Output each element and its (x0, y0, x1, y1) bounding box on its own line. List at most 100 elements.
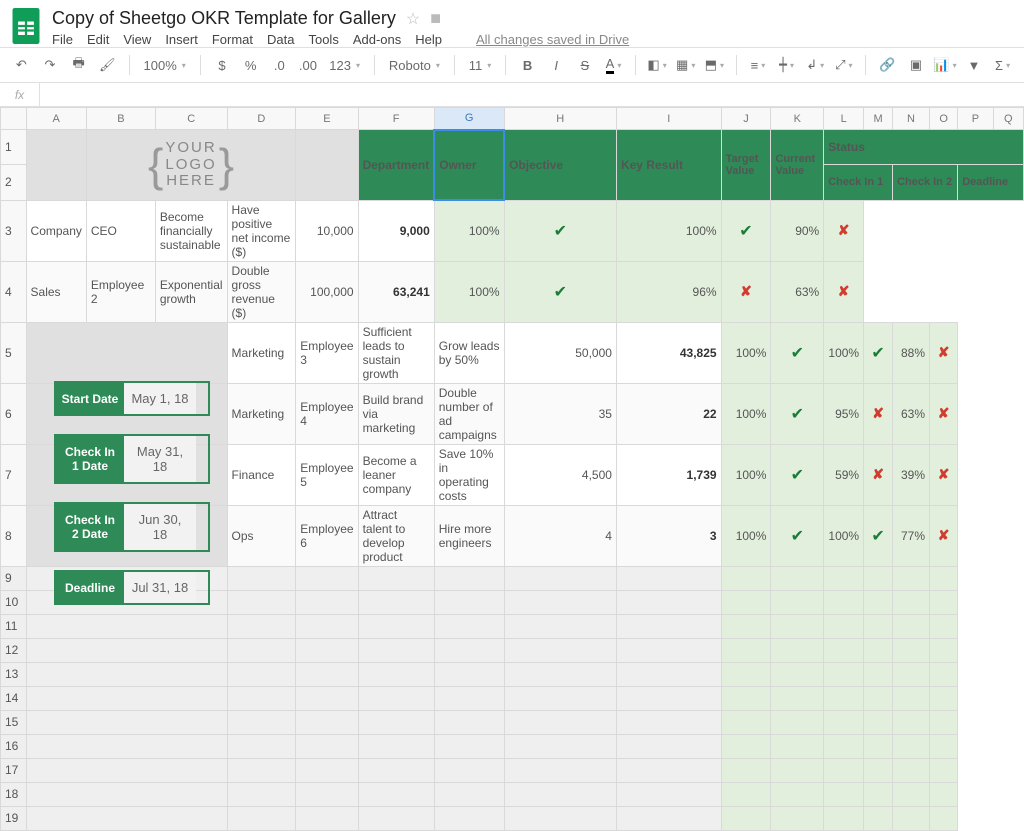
table-row[interactable]: 16 (1, 734, 1024, 758)
zoom-select[interactable]: 100% (140, 58, 190, 73)
row-header[interactable]: 9 (1, 566, 27, 590)
italic-icon[interactable]: I (545, 53, 568, 77)
cell-c1-status[interactable]: ✔ (771, 322, 824, 383)
col-B[interactable]: B (86, 108, 155, 130)
cell-objective[interactable]: Exponential growth (155, 261, 227, 322)
bold-icon[interactable]: B (516, 53, 539, 77)
col-Q[interactable]: Q (993, 108, 1024, 130)
cell-c2-status[interactable]: ✘ (721, 261, 771, 322)
formula-input[interactable] (40, 83, 1024, 106)
cell-c2-pct[interactable]: 100% (824, 322, 864, 383)
cell-c2-status[interactable]: ✔ (721, 200, 771, 261)
halign-icon[interactable]: ≡ (747, 53, 770, 77)
col-M[interactable]: M (864, 108, 893, 130)
rotate-icon[interactable]: ⤢ (833, 53, 856, 77)
paint-format-icon[interactable]: 🖌 (96, 53, 119, 77)
row-header[interactable]: 11 (1, 614, 27, 638)
table-row[interactable]: 12 (1, 638, 1024, 662)
save-status[interactable]: All changes saved in Drive (476, 32, 629, 47)
cell-c2-pct[interactable]: 59% (824, 444, 864, 505)
column-headers[interactable]: A B C D E F G H I J K L M N O P Q (1, 108, 1024, 130)
cell-c1-pct[interactable]: 100% (721, 505, 771, 566)
table-row[interactable]: 4SalesEmployee 2Exponential growthDouble… (1, 261, 1024, 322)
cell-c1-pct[interactable]: 100% (721, 322, 771, 383)
cell-dl-status[interactable]: ✘ (824, 261, 864, 322)
date-value[interactable]: Jul 31, 18 (124, 572, 196, 603)
cell-owner[interactable]: Employee 3 (296, 322, 358, 383)
row-header[interactable]: 19 (1, 806, 27, 830)
row-header[interactable]: 6 (1, 383, 27, 444)
menu-insert[interactable]: Insert (165, 32, 198, 47)
cell-c1-pct[interactable]: 100% (434, 261, 504, 322)
cell-current[interactable]: 43,825 (616, 322, 721, 383)
menu-tools[interactable]: Tools (308, 32, 338, 47)
col-C[interactable]: C (155, 108, 227, 130)
strikethrough-icon[interactable]: S (574, 53, 597, 77)
cell-dl-pct[interactable]: 88% (893, 322, 930, 383)
row-header[interactable]: 18 (1, 782, 27, 806)
cell-owner[interactable]: Employee 5 (296, 444, 358, 505)
col-J[interactable]: J (721, 108, 771, 130)
table-row[interactable]: 13 (1, 662, 1024, 686)
cell-c1-status[interactable]: ✔ (504, 200, 616, 261)
col-E[interactable]: E (296, 108, 358, 130)
decrease-decimal-icon[interactable]: .0 (268, 53, 291, 77)
cell-objective[interactable]: Attract talent to develop product (358, 505, 434, 566)
row-header[interactable]: 16 (1, 734, 27, 758)
cell-objective[interactable]: Become financially sustainable (155, 200, 227, 261)
col-H[interactable]: H (504, 108, 616, 130)
font-size-select[interactable]: 11 (465, 58, 496, 73)
undo-icon[interactable]: ↶ (10, 53, 33, 77)
row-header[interactable]: 15 (1, 710, 27, 734)
percent-icon[interactable]: % (239, 53, 262, 77)
functions-icon[interactable]: Σ (991, 53, 1014, 77)
cell-key-result[interactable]: Have positive net income ($) (227, 200, 296, 261)
cell-dept[interactable]: Company (26, 200, 86, 261)
cell-current[interactable]: 9,000 (358, 200, 434, 261)
format-select[interactable]: 123 (325, 58, 364, 73)
col-N[interactable]: N (893, 108, 930, 130)
cell-owner[interactable]: CEO (86, 200, 155, 261)
row-header[interactable]: 8 (1, 505, 27, 566)
row-header[interactable]: 17 (1, 758, 27, 782)
cell-dept[interactable]: Marketing (227, 322, 296, 383)
cell-c2-pct[interactable]: 100% (616, 200, 721, 261)
redo-icon[interactable]: ↷ (39, 53, 62, 77)
cell-dl-pct[interactable]: 90% (771, 200, 824, 261)
row-header[interactable]: 12 (1, 638, 27, 662)
cell-key-result[interactable]: Double number of ad campaigns (434, 383, 504, 444)
cell-c2-pct[interactable]: 100% (824, 505, 864, 566)
table-row[interactable]: 14 (1, 686, 1024, 710)
date-value[interactable]: Jun 30, 18 (124, 504, 196, 550)
col-I[interactable]: I (616, 108, 721, 130)
col-P[interactable]: P (958, 108, 993, 130)
menu-addons[interactable]: Add-ons (353, 32, 401, 47)
cell-current[interactable]: 3 (616, 505, 721, 566)
document-title[interactable]: Copy of Sheetgo OKR Template for Gallery (52, 8, 396, 29)
col-L[interactable]: L (824, 108, 864, 130)
cell-c2-status[interactable]: ✔ (864, 505, 893, 566)
cell-target[interactable]: 4,500 (504, 444, 616, 505)
cell-c1-pct[interactable]: 100% (721, 444, 771, 505)
row-header[interactable]: 1 (1, 130, 27, 165)
star-icon[interactable]: ☆ (406, 9, 420, 29)
cell-current[interactable]: 22 (616, 383, 721, 444)
menu-file[interactable]: File (52, 32, 73, 47)
table-row[interactable]: 18 (1, 782, 1024, 806)
cell-owner[interactable]: Employee 6 (296, 505, 358, 566)
col-O[interactable]: O (930, 108, 958, 130)
link-icon[interactable]: 🔗 (876, 53, 899, 77)
row-header[interactable]: 4 (1, 261, 27, 322)
row-header[interactable]: 14 (1, 686, 27, 710)
cell-target[interactable]: 100,000 (296, 261, 358, 322)
cell-target[interactable]: 10,000 (296, 200, 358, 261)
cell-key-result[interactable]: Grow leads by 50% (434, 322, 504, 383)
col-D[interactable]: D (227, 108, 296, 130)
filter-icon[interactable]: ▼ (963, 53, 986, 77)
row-header[interactable]: 7 (1, 444, 27, 505)
table-row[interactable]: 17 (1, 758, 1024, 782)
menu-data[interactable]: Data (267, 32, 294, 47)
table-row[interactable]: 5MarketingEmployee 3Sufficient leads to … (1, 322, 1024, 383)
table-row[interactable]: 19 (1, 806, 1024, 830)
table-row[interactable]: 3CompanyCEOBecome financially sustainabl… (1, 200, 1024, 261)
